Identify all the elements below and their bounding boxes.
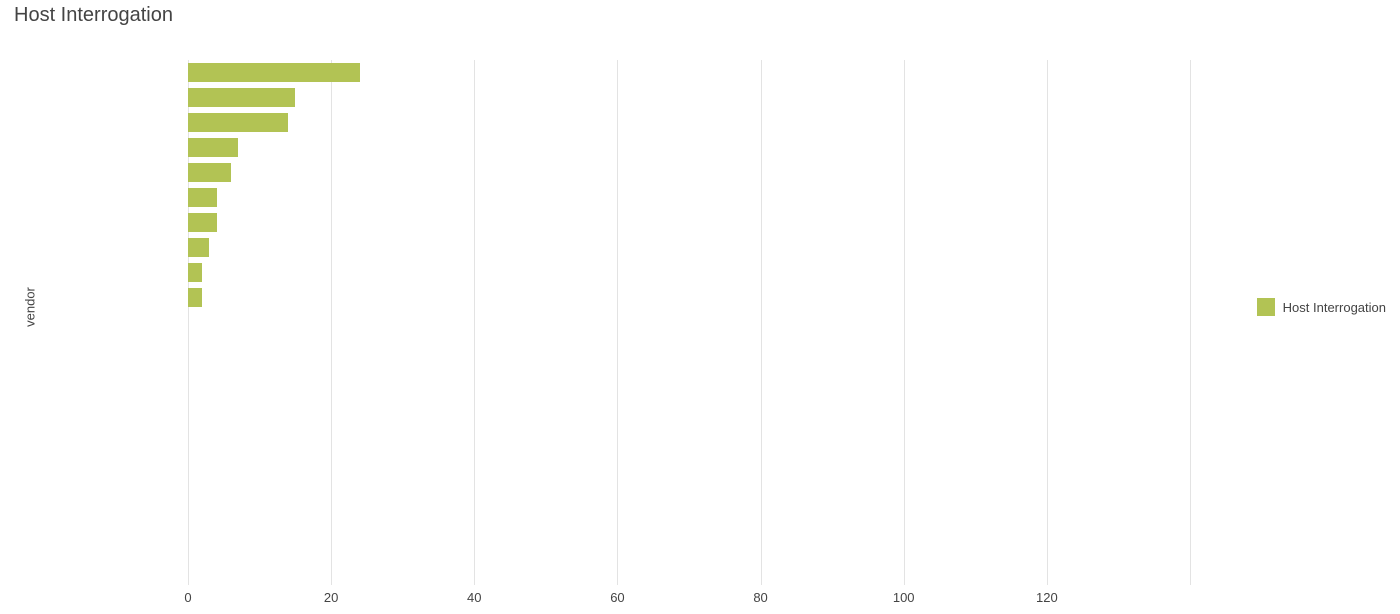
bar[interactable] [188, 138, 238, 157]
bar[interactable] [188, 188, 217, 207]
bar[interactable] [188, 213, 217, 232]
x-grid-line [1047, 60, 1048, 585]
x-tick-label: 60 [610, 590, 624, 605]
x-tick-label: 80 [753, 590, 767, 605]
bar[interactable] [188, 263, 202, 282]
x-grid-line [1190, 60, 1191, 585]
x-grid-line [474, 60, 475, 585]
y-axis-title: vendor [22, 287, 37, 327]
plot-area: Host Interrogation 020406080100120McAfee… [188, 60, 1190, 585]
chart-container: Host Interrogation vendor Host Interroga… [0, 0, 1400, 614]
x-tick-label: 20 [324, 590, 338, 605]
chart-title: Host Interrogation [14, 4, 173, 27]
x-tick-label: 0 [184, 590, 191, 605]
bar[interactable] [188, 88, 295, 107]
x-grid-line [761, 60, 762, 585]
x-tick-label: 40 [467, 590, 481, 605]
x-tick-label: 100 [893, 590, 915, 605]
bar[interactable] [188, 288, 202, 307]
bar[interactable] [188, 113, 288, 132]
x-tick-label: 120 [1036, 590, 1058, 605]
x-grid-line [331, 60, 332, 585]
legend: Host Interrogation [1257, 298, 1386, 316]
bar[interactable] [188, 163, 231, 182]
bar[interactable] [188, 63, 360, 82]
legend-label: Host Interrogation [1283, 300, 1386, 315]
x-grid-line [617, 60, 618, 585]
bar[interactable] [188, 238, 209, 257]
x-grid-line [904, 60, 905, 585]
legend-swatch [1257, 298, 1275, 316]
